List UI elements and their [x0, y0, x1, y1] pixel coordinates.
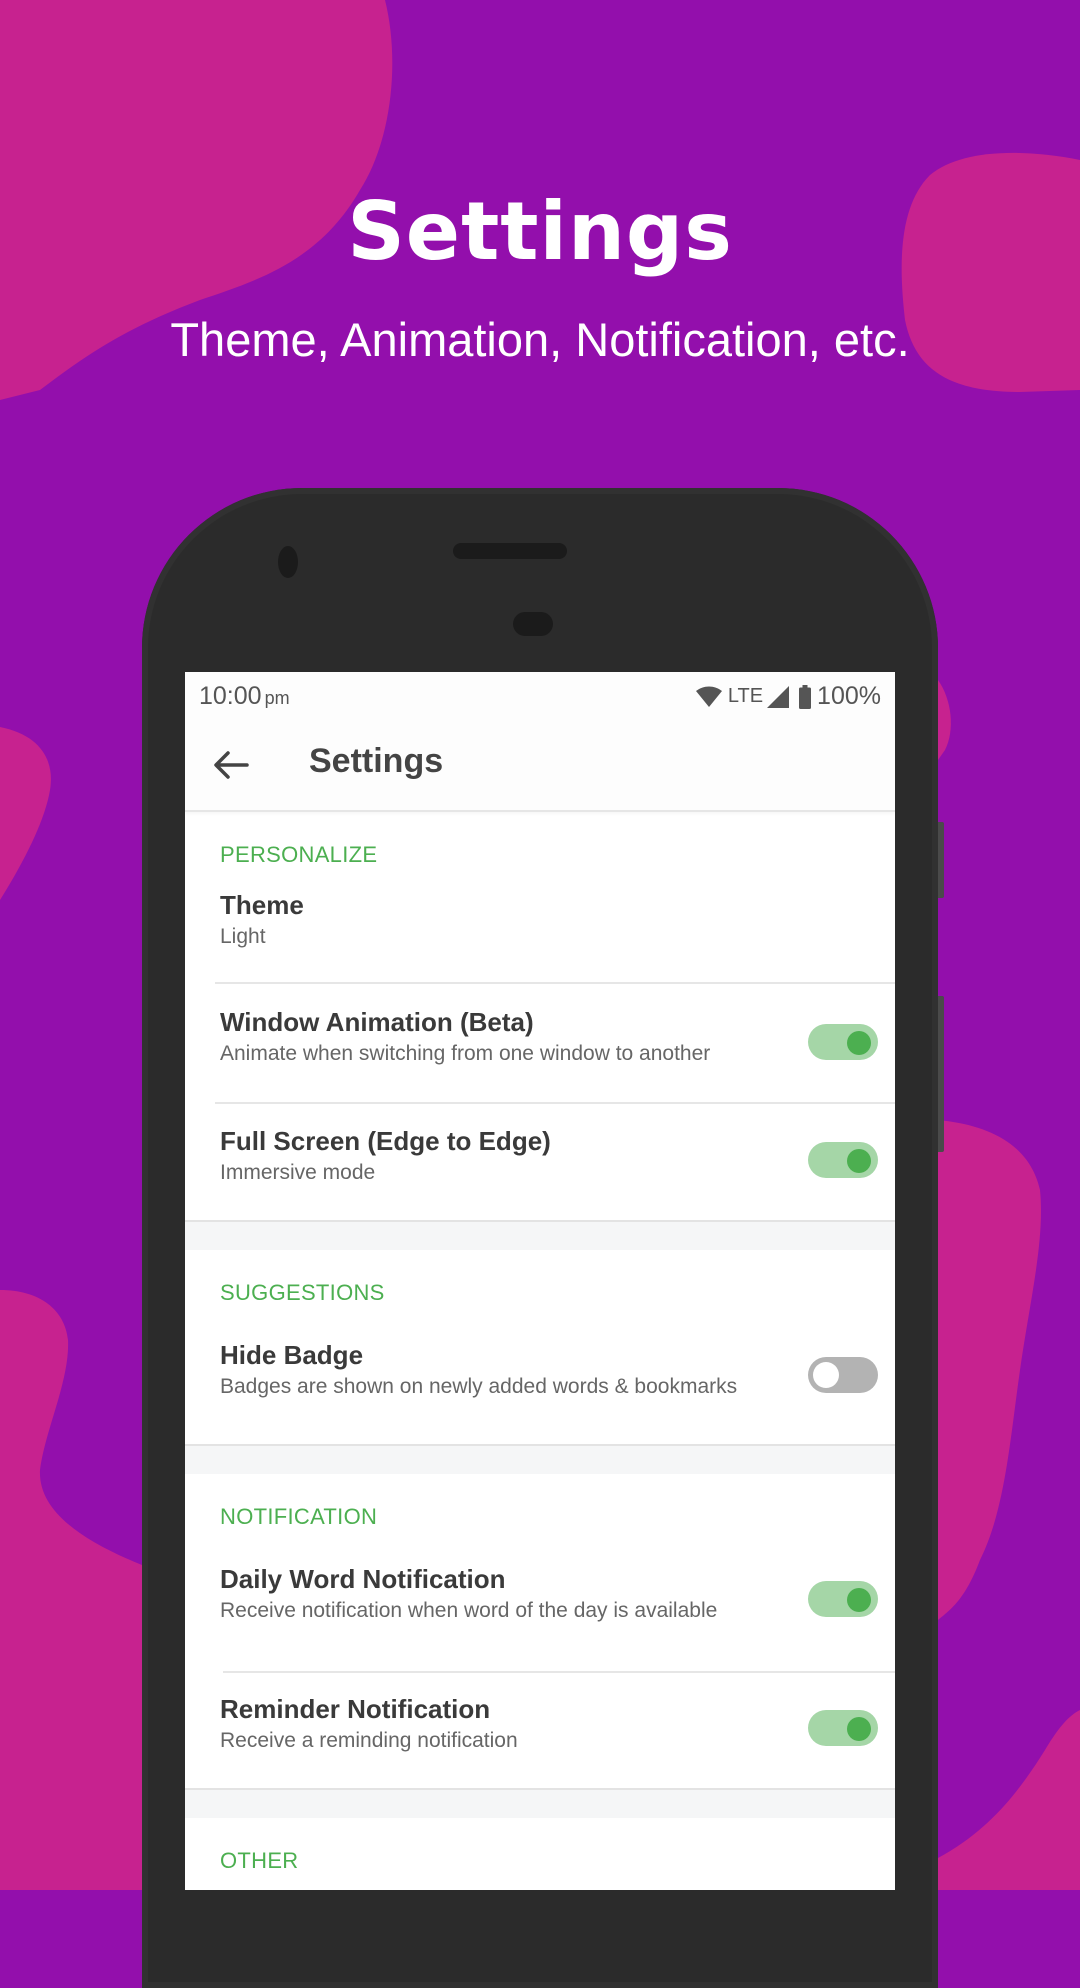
proximity-sensor [513, 612, 553, 636]
earpiece-speaker [453, 543, 567, 559]
promo-subtitle: Theme, Animation, Notification, etc. [170, 313, 910, 366]
blob-right-bottom [938, 1710, 1080, 1890]
toggle-thumb [813, 1362, 839, 1388]
blob-left-bottom [0, 1290, 142, 1890]
section-header: SUGGESTIONS [220, 1280, 385, 1305]
status-time-value: 10:00 [199, 682, 262, 710]
setting-summary: Animate when switching from one window t… [220, 1042, 711, 1065]
arrow-left-icon [214, 751, 249, 779]
setting-summary: Receive a reminding notification [220, 1729, 518, 1752]
page-title: Settings [309, 742, 444, 780]
setting-hide-badge[interactable]: Hide Badge Badges are shown on newly add… [185, 1324, 895, 1444]
toggle-thumb [847, 1031, 871, 1055]
app-bar: Settings [185, 720, 895, 812]
phone-screen: 10:00 pm LTE 100% Settings PERSONALIZE Th… [185, 672, 895, 1890]
setting-title: Reminder Notification [220, 1694, 491, 1724]
blob-right-mid [938, 1120, 1041, 1620]
battery-icon [799, 684, 812, 709]
window-animation-toggle[interactable] [808, 1024, 878, 1060]
setting-title: Full Screen (Edge to Edge) [220, 1126, 551, 1156]
setting-title: Window Animation (Beta) [220, 1007, 534, 1037]
status-icons: LTE 100% [695, 682, 881, 711]
section-other: OTHER [185, 1818, 895, 1890]
network-type: LTE [727, 685, 764, 707]
wifi-icon [695, 686, 722, 708]
blob-left-mid [0, 727, 51, 900]
section-header: NOTIFICATION [220, 1504, 378, 1529]
phone-volume-button [938, 996, 944, 1152]
setting-full-screen[interactable]: Full Screen (Edge to Edge) Immersive mod… [185, 1104, 895, 1220]
daily-word-notification-toggle[interactable] [808, 1581, 878, 1617]
battery-level: 100% [817, 682, 881, 710]
setting-window-animation[interactable]: Window Animation (Beta) Animate when swi… [185, 984, 895, 1102]
setting-title: Theme [220, 890, 304, 920]
section-suggestions: SUGGESTIONS Hide Badge Badges are shown … [185, 1250, 895, 1446]
toggle-thumb [847, 1717, 871, 1741]
setting-summary: Badges are shown on newly added words & … [220, 1375, 738, 1398]
phone-power-button [938, 822, 944, 898]
section-notification: NOTIFICATION Daily Word Notification Rec… [185, 1474, 895, 1790]
status-time: 10:00 pm [199, 682, 290, 711]
setting-title: Daily Word Notification [220, 1564, 506, 1594]
status-time-ampm: pm [264, 688, 290, 708]
section-gap [185, 1790, 895, 1818]
promo-title: Settings [347, 185, 733, 278]
blob-right-mid-small [938, 680, 951, 760]
section-personalize: PERSONALIZE Theme Light Window Animation… [185, 812, 895, 1222]
section-gap [185, 1222, 895, 1250]
status-bar: 10:00 pm LTE 100% [185, 672, 895, 720]
setting-reminder-notification[interactable]: Reminder Notification Receive a remindin… [185, 1673, 895, 1788]
section-header: PERSONALIZE [220, 842, 378, 867]
setting-summary: Receive notification when word of the da… [220, 1599, 718, 1622]
full-screen-toggle[interactable] [808, 1142, 878, 1178]
setting-title: Hide Badge [220, 1340, 364, 1370]
front-camera [278, 546, 298, 578]
setting-daily-word-notification[interactable]: Daily Word Notification Receive notifica… [185, 1548, 895, 1671]
toggle-thumb [847, 1149, 871, 1173]
back-button[interactable] [213, 750, 249, 780]
toggle-thumb [847, 1588, 871, 1612]
setting-theme[interactable]: Theme Light [185, 882, 895, 982]
setting-summary: Light [220, 925, 266, 948]
section-gap [185, 1446, 895, 1474]
setting-summary: Immersive mode [220, 1161, 376, 1184]
signal-icon [767, 685, 790, 708]
hide-badge-toggle[interactable] [808, 1357, 878, 1393]
reminder-notification-toggle[interactable] [808, 1710, 878, 1746]
section-header: OTHER [220, 1848, 299, 1873]
